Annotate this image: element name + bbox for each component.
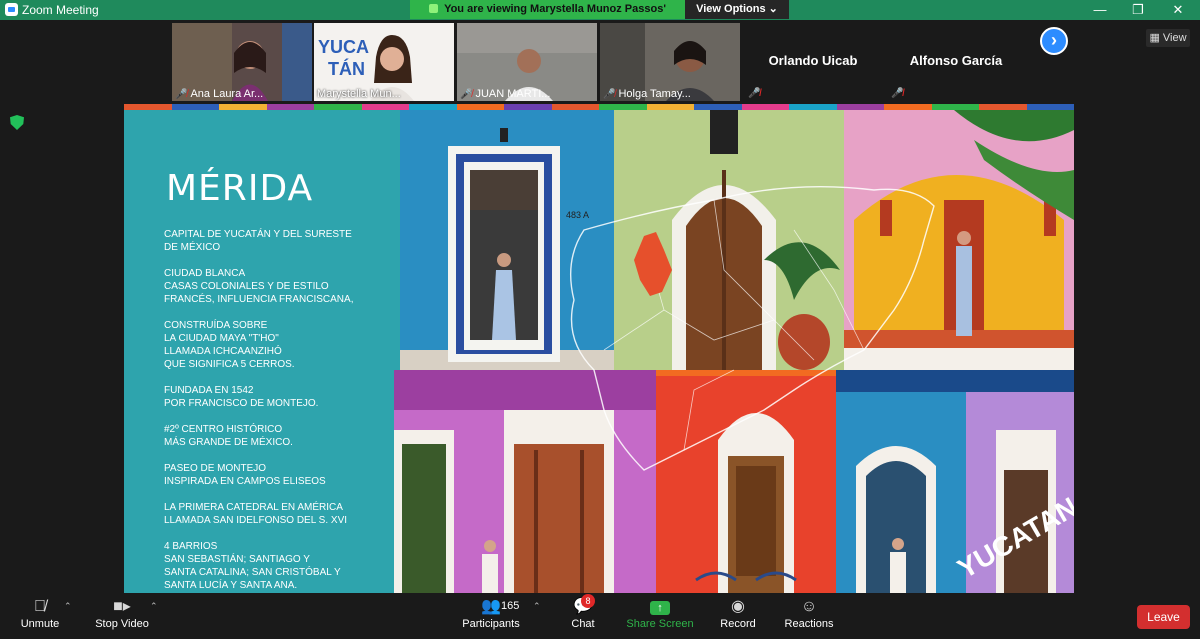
participants-label: Participants bbox=[462, 618, 520, 630]
photo-blue-doorway: 483 A bbox=[400, 110, 614, 370]
view-options-button[interactable]: View Options ⌄ bbox=[685, 0, 789, 19]
chevron-right-icon: › bbox=[1051, 30, 1057, 50]
unmute-button[interactable]: 🎙̸ Unmute bbox=[10, 593, 70, 639]
slide-title: MÉRIDA bbox=[166, 168, 314, 209]
chat-button[interactable]: 💬 8 Chat bbox=[565, 593, 601, 639]
zoom-logo-icon bbox=[5, 3, 18, 16]
video-tile[interactable]: 🎤̸ Holga Tamay... bbox=[600, 23, 740, 101]
reactions-button[interactable]: ☺ Reactions bbox=[782, 593, 836, 639]
chevron-down-icon: ⌄ bbox=[768, 3, 778, 15]
photo-red-ornate-door bbox=[656, 370, 836, 593]
fact-item: 4 Barrios San Sebastián; Santiago y Sant… bbox=[164, 541, 341, 591]
video-tile[interactable]: 🎤̸ Ana Laura Ar... bbox=[172, 23, 312, 101]
participant-name: 🎤̸ Ana Laura Ar... bbox=[175, 88, 264, 100]
share-screen-button[interactable]: ↑ Share Screen bbox=[626, 593, 694, 639]
participant-name: 🎤̸ Holga Tamay... bbox=[603, 88, 691, 100]
participants-button[interactable]: 👥 165 Participants bbox=[456, 593, 526, 639]
muted-mic-icon: 🎤̸ bbox=[891, 88, 904, 99]
chat-label: Chat bbox=[571, 618, 595, 630]
stop-video-button[interactable]: ■▸ Stop Video bbox=[88, 593, 156, 639]
participant-name: 🎤̸ JUAN MARTI... bbox=[460, 88, 551, 100]
fact-item: Fundada en 1542 por Francisco de Montejo… bbox=[164, 385, 319, 409]
participant-strip: 🎤̸ Ana Laura Ar... YUCA TÁN Marystella Mun… bbox=[0, 20, 1200, 102]
record-icon: ◉ bbox=[731, 598, 745, 615]
reactions-label: Reactions bbox=[784, 618, 834, 630]
meeting-toolbar: 🎙̸ Unmute ⌃ ■▸ Stop Video ⌃ 👥 165 Partic… bbox=[0, 593, 1200, 639]
muted-mic-icon: 🎤̸ bbox=[603, 89, 616, 100]
share-screen-icon: ↑ bbox=[626, 598, 694, 616]
fact-item: Ciudad Blanca Casas coloniales y de esti… bbox=[164, 268, 354, 305]
video-camera-icon: ■▸ bbox=[113, 598, 131, 615]
view-label: View bbox=[1162, 32, 1187, 44]
unmute-label: Unmute bbox=[20, 618, 60, 630]
video-tile[interactable]: 🎤̸ JUAN MARTI... bbox=[457, 23, 597, 101]
photo-collage: 483 A YUCATAN bbox=[394, 110, 1074, 593]
participant-name: Orlando Uicab bbox=[768, 53, 858, 68]
view-options-label: View Options bbox=[696, 3, 766, 15]
participant-name: Marystella Mun... bbox=[317, 88, 401, 100]
photo-green-arched-door bbox=[614, 110, 844, 370]
fact-item: Construída sobre la ciudad Maya "T'HO" l… bbox=[164, 320, 295, 370]
shared-screen: MÉRIDA Capital de Yucatán y del Sureste … bbox=[124, 104, 1074, 593]
share-screen-label: Share Screen bbox=[626, 618, 694, 630]
svg-text:TÁN: TÁN bbox=[328, 58, 365, 79]
audio-only-tile[interactable]: Orlando Uicab 🎤̸ bbox=[743, 23, 883, 101]
video-options-caret-icon[interactable]: ⌃ bbox=[150, 601, 158, 612]
muted-mic-icon: 🎙̸ bbox=[34, 598, 46, 615]
record-label: Record bbox=[720, 618, 756, 630]
smiley-plus-icon: ☺ bbox=[800, 598, 818, 615]
chat-unread-badge: 8 bbox=[581, 594, 595, 608]
share-banner: You are viewing Marystella Munoz Passos'… bbox=[410, 0, 685, 34]
restore-button[interactable]: ❐ bbox=[1118, 0, 1158, 20]
participants-count: 165 bbox=[501, 600, 520, 612]
participants-options-caret-icon[interactable]: ⌃ bbox=[533, 601, 541, 612]
photo-yellow-wall bbox=[844, 110, 1074, 370]
fact-item: Paseo de Montejo inspirada en Campos Eli… bbox=[164, 463, 326, 487]
slide-text-panel: MÉRIDA Capital de Yucatán y del Sureste … bbox=[124, 110, 414, 593]
muted-mic-icon: 🎤̸ bbox=[175, 89, 188, 100]
yucatan-logo-bg-icon: YUCA bbox=[318, 37, 369, 57]
house-number: 483 A bbox=[566, 210, 589, 220]
leave-button[interactable]: Leave bbox=[1137, 605, 1190, 629]
participant-name: Alfonso García bbox=[909, 53, 1003, 68]
audio-options-caret-icon[interactable]: ⌃ bbox=[64, 601, 72, 612]
stop-video-label: Stop Video bbox=[95, 618, 149, 630]
next-page-button[interactable]: › bbox=[1040, 27, 1068, 55]
close-button[interactable]: ✕ bbox=[1158, 0, 1198, 20]
minimize-button[interactable]: — bbox=[1080, 0, 1120, 20]
photo-blue-lilac-facade: YUCATAN bbox=[836, 370, 1074, 593]
fact-item: #2º Centro histórico más grande de Méxic… bbox=[164, 424, 293, 448]
muted-mic-icon: 🎤̸ bbox=[748, 88, 761, 99]
audio-only-tile[interactable]: Alfonso García 🎤̸ bbox=[886, 23, 1026, 101]
muted-mic-icon: 🎤̸ bbox=[460, 89, 473, 100]
fact-item: Capital de Yucatán y del Sureste de Méxi… bbox=[164, 229, 352, 253]
record-button[interactable]: ◉ Record bbox=[716, 593, 760, 639]
window-title: Zoom Meeting bbox=[22, 3, 99, 17]
fact-item: La primera catedral en América llamada S… bbox=[164, 502, 348, 526]
view-layout-button[interactable]: ▦ View bbox=[1146, 29, 1190, 47]
video-tile-active-speaker[interactable]: YUCA TÁN Marystella Mun... bbox=[314, 23, 454, 101]
encryption-shield-icon[interactable] bbox=[10, 115, 24, 130]
slide-facts: Capital de Yucatán y del Sureste de Méxi… bbox=[164, 228, 404, 593]
grid-icon: ▦ bbox=[1149, 32, 1160, 44]
photo-purple-facade bbox=[394, 370, 656, 593]
screen-share-icon bbox=[429, 4, 439, 13]
